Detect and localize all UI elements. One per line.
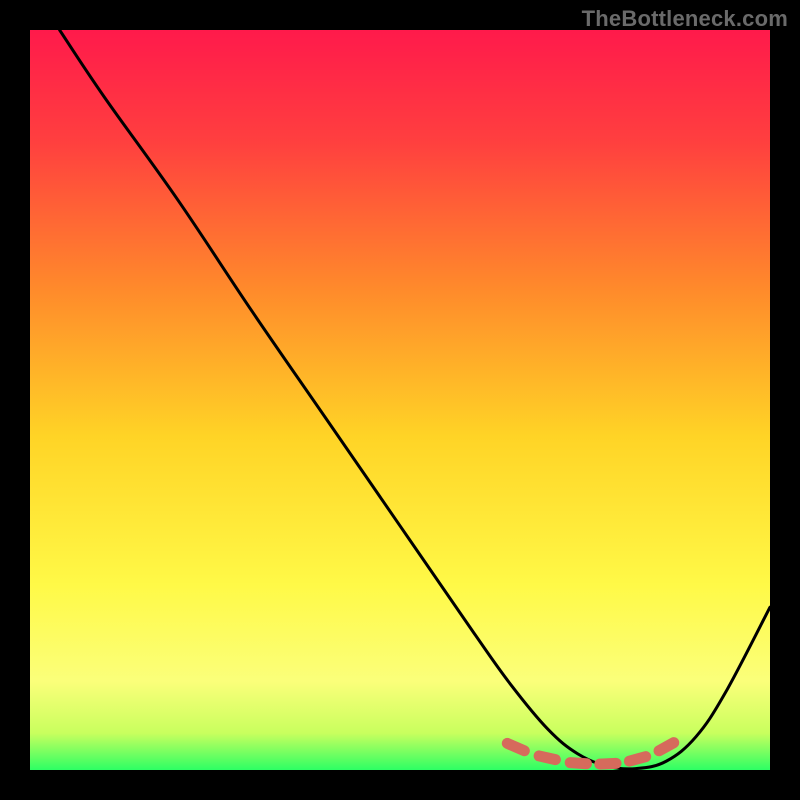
- chart-background-gradient: [30, 30, 770, 770]
- chart-area: [30, 30, 770, 770]
- watermark-text: TheBottleneck.com: [582, 6, 788, 32]
